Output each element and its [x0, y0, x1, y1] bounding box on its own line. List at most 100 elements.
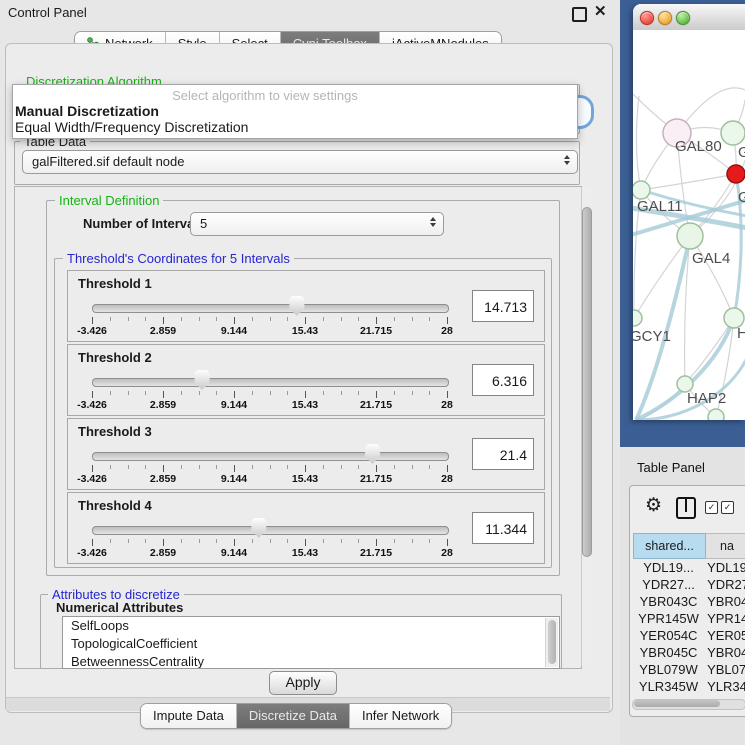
dropdown-prompt: Select algorithm to view settings [13, 88, 517, 103]
network-node[interactable] [677, 223, 703, 249]
column-header-name[interactable]: na [706, 533, 745, 559]
network-edge[interactable] [690, 236, 734, 318]
float-window-icon[interactable] [572, 7, 587, 22]
slider-tick-label: 9.144 [204, 399, 264, 411]
network-node[interactable] [633, 310, 642, 326]
threshold-panel: Threshold 1 -3.4262.8599.14415.4321.7152… [67, 270, 545, 342]
vertical-scrollbar-thumb[interactable] [582, 207, 592, 557]
horizontal-scrollbar-thumb[interactable] [634, 700, 720, 707]
table-row[interactable]: YPR145WYPR14 [633, 610, 745, 627]
table-panel-title: Table Panel [637, 460, 705, 475]
threshold-slider-thumb[interactable] [364, 444, 381, 464]
slider-tick-label: 15.43 [275, 473, 335, 485]
number-of-intervals-combobox[interactable]: 5 [190, 212, 444, 236]
network-node[interactable] [708, 409, 724, 420]
thresholds-group-title: Threshold's Coordinates for 5 Intervals [63, 251, 294, 266]
network-node[interactable] [633, 181, 650, 199]
network-node[interactable] [727, 165, 745, 183]
table-row[interactable]: YIL052CYIL05 [633, 695, 745, 698]
network-edge[interactable] [685, 318, 734, 384]
slider-tick-label: 15.43 [275, 399, 335, 411]
interval-definition-group-title: Interval Definition [55, 193, 163, 208]
threshold-panel: Threshold 4 -3.4262.8599.14415.4321.7152… [67, 492, 545, 564]
slider-tick-label: 9.144 [204, 325, 264, 337]
slider-tick-labels: -3.4262.8599.14415.4321.71528 [68, 325, 544, 337]
numerical-attributes-list[interactable]: SelfLoopsTopologicalCoefficientBetweenne… [62, 616, 560, 669]
network-view-canvas[interactable]: GAL80GALGGAL11GAL4GCY1HHAP2 [633, 30, 745, 420]
slider-tick-label: 15.43 [275, 325, 335, 337]
tab-discretize-data[interactable]: Discretize Data [237, 704, 350, 728]
tab-label: Infer Network [362, 704, 439, 728]
node-label: GAL [738, 144, 745, 161]
column-header-shared-name[interactable]: shared... [633, 533, 706, 559]
slider-tick-label: -3.426 [62, 473, 122, 485]
threshold-slider-track[interactable] [92, 526, 449, 535]
network-canvas-svg: GAL80GALGGAL11GAL4GCY1HHAP2 [633, 30, 745, 420]
attribute-item[interactable]: TopologicalCoefficient [63, 635, 559, 653]
tab-infer-network[interactable]: Infer Network [350, 704, 451, 728]
slider-tick-label: 21.715 [346, 473, 406, 485]
node-label: GAL4 [692, 250, 730, 267]
combo-spinner-icon[interactable] [430, 217, 436, 227]
threshold-value-field[interactable]: 6.316 [472, 364, 534, 396]
threshold-slider-track[interactable] [92, 304, 449, 313]
attribute-item[interactable]: BetweennessCentrality [63, 653, 559, 669]
close-traffic-light-icon[interactable] [640, 11, 654, 25]
slider-tick-labels: -3.4262.8599.14415.4321.71528 [68, 473, 544, 485]
combo-spinner-icon[interactable] [564, 155, 570, 165]
checkbox-icon[interactable]: ✓ [705, 501, 718, 514]
threshold-value-field[interactable]: 21.4 [472, 438, 534, 470]
table-row[interactable]: YDL19...YDL19 [633, 559, 745, 576]
slider-tick-labels: -3.4262.8599.14415.4321.71528 [68, 547, 544, 559]
minimize-traffic-light-icon[interactable] [658, 11, 672, 25]
list-scrollbar[interactable] [545, 618, 558, 667]
gear-icon[interactable]: ⚙ [645, 496, 662, 516]
column-layout-icon[interactable] [676, 497, 696, 519]
network-node[interactable] [721, 121, 745, 145]
slider-tick-label: 9.144 [204, 547, 264, 559]
table-row[interactable]: YBR045CYBR04 [633, 644, 745, 661]
slider-tick-label: 2.859 [133, 547, 193, 559]
dropdown-option-manual-discretization[interactable]: Manual Discretization [15, 103, 159, 119]
numerical-attributes-heading: Numerical Attributes [56, 600, 183, 615]
attribute-item[interactable]: SelfLoops [63, 617, 559, 635]
dropdown-option-equal-width-frequency[interactable]: Equal Width/Frequency Discretization [15, 119, 248, 135]
threshold-label: Threshold 2 [78, 350, 152, 365]
network-edge[interactable] [636, 96, 641, 190]
close-icon[interactable]: ✕ [594, 2, 607, 20]
table-row[interactable]: YBR043CYBR04 [633, 593, 745, 610]
slider-tick-label: 21.715 [346, 547, 406, 559]
checkbox-icon[interactable]: ✓ [721, 501, 734, 514]
slider-tick-label: 21.715 [346, 399, 406, 411]
list-scrollbar-thumb[interactable] [548, 620, 556, 664]
table-row[interactable]: YDR27...YDR27 [633, 576, 745, 593]
threshold-slider-thumb[interactable] [288, 296, 305, 316]
threshold-slider-track[interactable] [92, 378, 449, 387]
slider-tick-label: 2.859 [133, 399, 193, 411]
slider-tick-label: 21.715 [346, 325, 406, 337]
slider-tick-label: 15.43 [275, 547, 335, 559]
threshold-slider-thumb[interactable] [194, 370, 211, 390]
apply-button[interactable]: Apply [269, 671, 337, 695]
slider-tick-label: 28 [417, 399, 477, 411]
zoom-traffic-light-icon[interactable] [676, 11, 690, 25]
threshold-slider-track[interactable] [92, 452, 449, 461]
slider-tick-label: -3.426 [62, 325, 122, 337]
tab-impute-data[interactable]: Impute Data [141, 704, 237, 728]
tab-label: Discretize Data [249, 704, 337, 728]
threshold-list: Threshold 1 -3.4262.8599.14415.4321.7152… [67, 270, 545, 566]
node-label: GCY1 [633, 328, 671, 345]
node-label: GAL80 [675, 138, 722, 155]
table-row[interactable]: YER054CYER05 [633, 627, 745, 644]
threshold-slider-thumb[interactable] [250, 518, 267, 538]
threshold-value-field[interactable]: 11.344 [472, 512, 534, 544]
slider-tick-label: 2.859 [133, 325, 193, 337]
threshold-value-field[interactable]: 14.713 [472, 290, 534, 322]
table-row[interactable]: YLR345WYLR34 [633, 678, 745, 695]
table-row[interactable]: YBL079WYBL07 [633, 661, 745, 678]
network-window-titlebar[interactable] [633, 4, 745, 31]
node-label: HAP2 [687, 390, 726, 407]
table-data-combobox[interactable]: galFiltered.sif default node [22, 150, 578, 174]
network-edge[interactable] [641, 174, 736, 190]
threshold-panel: Threshold 2 -3.4262.8599.14415.4321.7152… [67, 344, 545, 416]
